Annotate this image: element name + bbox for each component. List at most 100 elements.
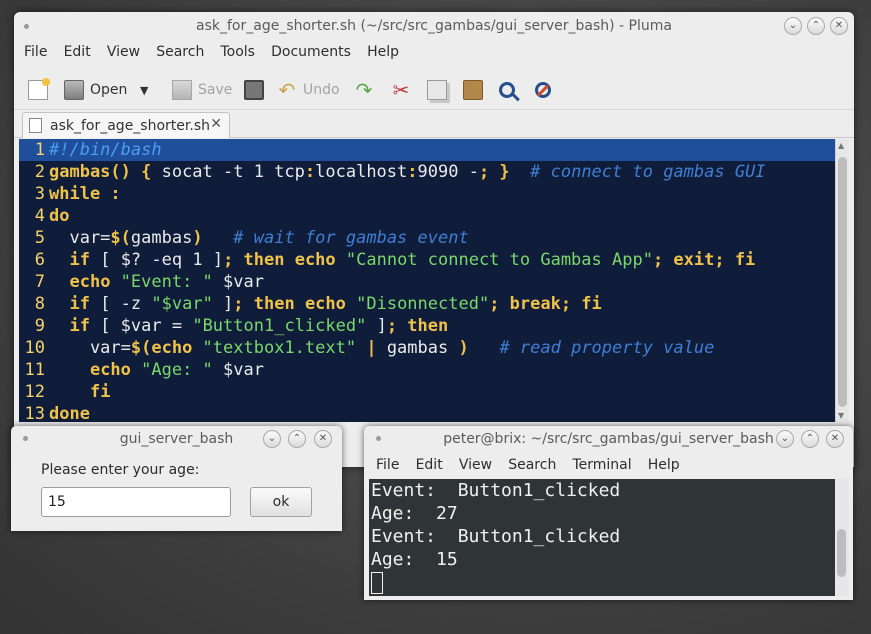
code-token: $?	[120, 250, 142, 270]
menu-view[interactable]: View	[459, 457, 492, 473]
code-token: )	[192, 228, 203, 248]
code-line[interactable]: 3 while :	[19, 183, 835, 205]
code-line[interactable]: 9 if [ $var = "Button1_clicked" ]; then	[19, 315, 835, 337]
code-line[interactable]: 2 gambas() { socat -t 1 tcp:localhost:909…	[19, 161, 835, 183]
code-line[interactable]: 7 echo "Event: " $var	[19, 271, 835, 293]
terminal-menubar: File Edit View Search Terminal Help	[376, 457, 692, 473]
scroll-up-icon[interactable]: ▲	[838, 141, 844, 150]
pluma-titlebar[interactable]: ask_for_age_shorter.sh (~/src/src_gambas…	[14, 12, 854, 42]
code-line[interactable]: 4 do	[19, 205, 835, 227]
ok-button[interactable]: ok	[250, 487, 312, 517]
minimize-icon[interactable]: ⌄	[263, 430, 281, 448]
code-token: done	[49, 404, 90, 422]
code-line[interactable]: 13 done	[19, 403, 835, 422]
close-icon[interactable]: ✕	[826, 430, 844, 448]
terminal-scrollbar[interactable]	[835, 479, 849, 596]
new-button[interactable]	[28, 78, 54, 102]
code-editor[interactable]: 1 #!/bin/bash 2 gambas() { socat -t 1 tcp:l…	[19, 139, 835, 422]
code-token: #!/bin/bash	[49, 140, 162, 160]
menu-help[interactable]: Help	[367, 44, 399, 60]
menu-edit[interactable]: Edit	[64, 44, 91, 60]
save-icon	[172, 80, 192, 100]
age-prompt-label: Please enter your age:	[41, 462, 200, 478]
code-token: "Cannot connect to Gambas App"	[345, 250, 653, 270]
minimize-icon[interactable]: ⌄	[776, 430, 794, 448]
cut-button[interactable]: ✂	[391, 78, 417, 102]
code-line[interactable]: 11 echo "Age: " $var	[19, 359, 835, 381]
scrollbar-thumb[interactable]	[837, 529, 846, 577]
code-token: echo	[89, 360, 142, 380]
maximize-icon[interactable]: ⌃	[807, 17, 825, 35]
scrollbar-thumb[interactable]	[838, 157, 847, 407]
code-token: $var	[212, 360, 264, 380]
menu-documents[interactable]: Documents	[271, 44, 351, 60]
line-number: 1	[34, 140, 45, 160]
menu-file[interactable]: File	[24, 44, 47, 60]
code-line[interactable]: 6 if [ $? -eq 1 ]; then echo "Cannot con…	[19, 249, 835, 271]
print-button[interactable]	[244, 78, 270, 102]
menu-view[interactable]: View	[107, 44, 140, 60]
open-label: Open	[90, 82, 128, 98]
copy-icon	[427, 80, 447, 100]
scroll-down-icon[interactable]: ▼	[838, 411, 844, 420]
editor-scrollbar[interactable]: ▲ ▼	[835, 139, 849, 422]
code-token: "textbox1.text"	[202, 338, 357, 358]
menu-search[interactable]: Search	[156, 44, 204, 60]
terminal-line: Age: 27	[371, 503, 458, 524]
code-token: ]	[212, 294, 234, 314]
code-token: :	[407, 162, 418, 182]
copy-button[interactable]	[427, 78, 453, 102]
code-token: 9090 -	[417, 162, 479, 182]
line-number: 5	[34, 228, 45, 248]
code-token: "$var"	[151, 294, 213, 314]
code-line[interactable]: 8 if [ -z "$var" ]; then echo "Disonnect…	[19, 293, 835, 315]
terminal-output[interactable]: Event: Button1_clicked Age: 27 Event: Bu…	[369, 479, 835, 596]
close-icon[interactable]: ✕	[830, 17, 848, 35]
replace-button[interactable]	[535, 78, 557, 102]
terminal-line: Event: Button1_clicked	[371, 480, 621, 501]
line-number: 7	[34, 272, 45, 292]
menu-edit[interactable]: Edit	[416, 457, 443, 473]
save-button[interactable]: Save	[172, 78, 232, 102]
code-line[interactable]: 5 var=$(gambas) # wait for gambas event	[19, 227, 835, 249]
redo-button[interactable]: ↷	[354, 78, 380, 102]
age-input[interactable]	[41, 487, 231, 517]
menu-search[interactable]: Search	[508, 457, 556, 473]
menu-terminal[interactable]: Terminal	[572, 457, 631, 473]
redo-icon: ↷	[355, 78, 373, 102]
undo-icon: ↶	[278, 78, 296, 102]
code-line[interactable]: 1 #!/bin/bash	[19, 139, 835, 161]
line-number: 8	[34, 294, 45, 314]
code-token: |	[366, 338, 377, 358]
paste-icon	[463, 80, 483, 100]
code-token: $(	[110, 228, 131, 248]
open-button[interactable]: Open	[64, 78, 127, 102]
menu-tools[interactable]: Tools	[220, 44, 255, 60]
maximize-icon[interactable]: ⌃	[801, 430, 819, 448]
code-token: do	[49, 206, 70, 226]
code-token: -eq 1 ]	[141, 250, 224, 270]
code-line[interactable]: 10 var=$(echo "textbox1.text" | gambas )…	[19, 337, 835, 359]
terminal-window: peter@brix: ~/src/src_gambas/gui_server_…	[364, 426, 853, 600]
undo-button[interactable]: ↶ Undo	[277, 78, 340, 102]
find-button[interactable]	[499, 78, 521, 102]
code-token: var=	[49, 338, 131, 358]
menu-file[interactable]: File	[376, 457, 399, 473]
code-token: ; exit; fi	[652, 250, 756, 270]
minimize-icon[interactable]: ⌄	[784, 17, 802, 35]
tab-ask-for-age-shorter[interactable]: ask_for_age_shorter.sh ✕	[22, 112, 230, 138]
code-token: "Event: "	[120, 272, 213, 292]
tab-close-icon[interactable]: ✕	[210, 116, 222, 132]
menu-help[interactable]: Help	[648, 457, 680, 473]
new-document-icon	[28, 78, 50, 100]
code-line[interactable]: 12 fi	[19, 381, 835, 403]
code-token: ; then	[386, 316, 449, 336]
close-icon[interactable]: ✕	[314, 430, 332, 448]
maximize-icon[interactable]: ⌃	[288, 430, 306, 448]
code-token: while :	[49, 184, 121, 204]
paste-button[interactable]	[463, 78, 489, 102]
open-dropdown-button[interactable]: ▼	[140, 78, 148, 102]
terminal-line: Age: 15	[371, 549, 458, 570]
